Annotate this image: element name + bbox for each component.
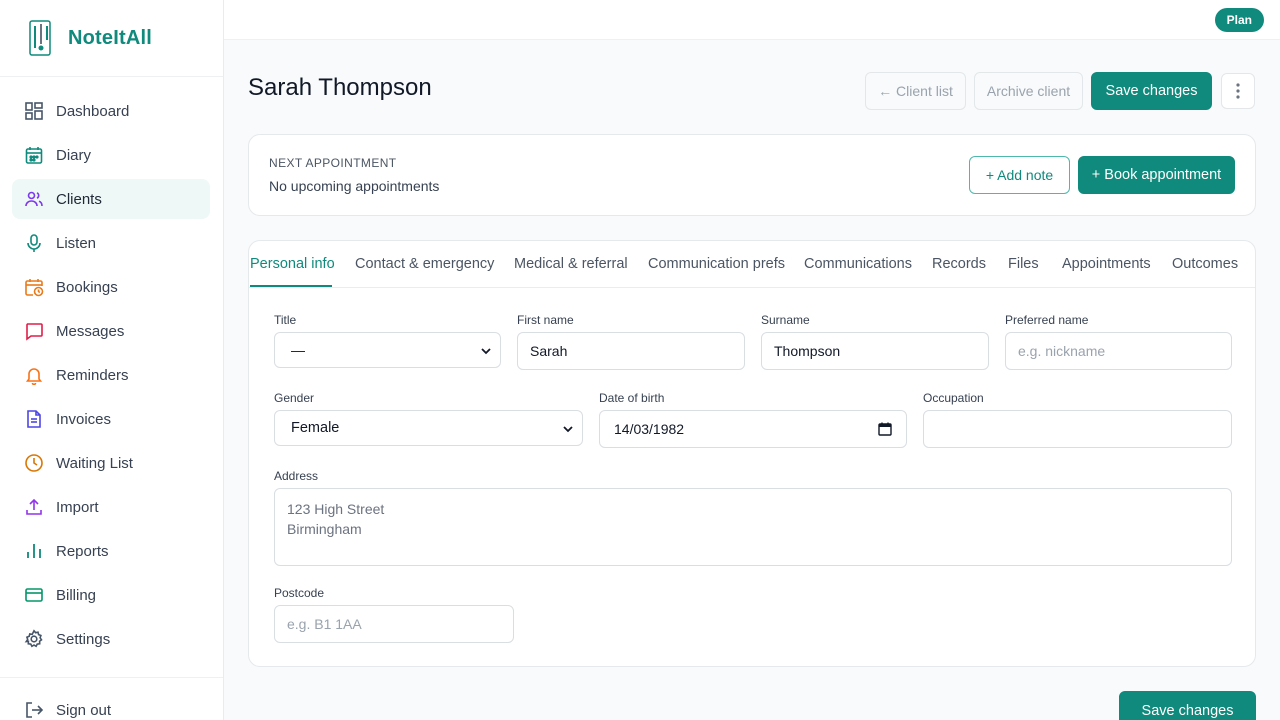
date-of-birth-value: 14/03/1982 [614,421,685,437]
next-appointment-label: NEXT APPOINTMENT [269,156,397,170]
first-name-label: First name [517,313,574,327]
sidebar-item-label: Import [56,498,99,516]
save-changes-button[interactable]: Save changes [1091,72,1212,110]
tab-files[interactable]: Files [1008,256,1039,272]
preferred-name-input[interactable]: e.g. nickname [1005,332,1232,370]
sidebar-item-label: Messages [56,322,125,340]
first-name-input[interactable]: Sarah [517,332,745,370]
sign-out-icon [24,700,44,720]
sidebar-item-label: Waiting List [56,454,133,472]
sidebar-item-invoices[interactable]: Invoices [12,399,210,439]
gender-select[interactable]: Female [274,410,583,446]
top-bar: Plan [224,0,1280,40]
preferred-name-label: Preferred name [1005,313,1089,327]
sidebar-item-reports[interactable]: Reports [12,531,210,571]
occupation-label: Occupation [923,391,984,405]
sidebar-item-label: Listen [56,234,97,252]
sidebar-item-bookings[interactable]: Bookings [12,267,210,307]
chevron-down-icon [481,348,491,355]
sidebar-item-listen[interactable]: Listen [12,223,210,263]
archive-client-button[interactable]: Archive client [974,72,1083,110]
sidebar-item-billing[interactable]: Billing [12,575,210,615]
sidebar-nav: Dashboard Diary Clients Listen Bookings … [12,91,210,663]
sidebar-item-messages[interactable]: Messages [12,311,210,351]
clock-icon [24,453,44,473]
gender-select-value: Female [291,420,340,436]
sidebar-item-label: Settings [56,630,111,648]
sidebar-item-settings[interactable]: Settings [12,619,210,659]
surname-label: Surname [761,313,810,327]
calendar-clock-icon [24,277,44,297]
sidebar: NoteItAll Dashboard Diary Clients Listen… [0,0,224,720]
sidebar-divider [0,677,223,678]
sidebar-item-label: Invoices [56,410,112,428]
tab-medical-referral[interactable]: Medical & referral [514,256,628,272]
upload-icon [24,497,44,517]
sidebar-item-reminders[interactable]: Reminders [12,355,210,395]
chevron-down-icon [563,426,573,433]
add-note-button[interactable]: + Add note [969,156,1070,194]
sidebar-item-dashboard[interactable]: Dashboard [12,91,210,131]
active-tab-indicator [250,285,332,287]
bell-icon [24,365,44,385]
title-select-value: — [291,342,305,358]
invoice-icon [24,409,44,429]
sidebar-item-label: Dashboard [56,102,130,120]
gear-icon [24,629,44,649]
microphone-icon [24,233,44,253]
next-appointment-value: No upcoming appointments [269,178,440,194]
calendar-icon [24,145,44,165]
credit-card-icon [24,585,44,605]
address-textarea[interactable]: 123 High Street Birmingham [274,488,1232,566]
tab-appointments[interactable]: Appointments [1062,256,1151,272]
app-name: NoteItAll [68,26,153,49]
date-of-birth-input[interactable]: 14/03/1982 [599,410,907,448]
next-appointment-card: NEXT APPOINTMENT No upcoming appointment… [248,134,1256,216]
tab-communications[interactable]: Communications [804,256,912,272]
users-icon [24,189,44,209]
footer-save-changes-button[interactable]: Save changes [1119,691,1256,720]
sidebar-item-label: Clients [56,190,102,208]
book-appointment-button[interactable]: + Book appointment [1078,156,1235,194]
message-icon [24,321,44,341]
sidebar-item-import[interactable]: Import [12,487,210,527]
postcode-input[interactable]: e.g. B1 1AA [274,605,514,643]
calendar-picker-icon[interactable] [878,422,892,436]
surname-input[interactable]: Thompson [761,332,989,370]
address-label: Address [274,469,319,483]
more-vertical-icon [1236,83,1240,99]
client-details-card: Personal info Contact & emergency Medica… [248,240,1256,667]
plan-badge[interactable]: Plan [1214,8,1264,32]
tab-bar: Personal info Contact & emergency Medica… [249,241,1255,288]
sidebar-item-label: Diary [56,146,92,164]
page-title: Sarah Thompson [248,74,432,101]
more-options-button[interactable] [1221,73,1255,109]
gender-label: Gender [274,391,315,405]
sidebar-item-waiting-list[interactable]: Waiting List [12,443,210,483]
sidebar-item-clients[interactable]: Clients [12,179,210,219]
tab-communication-prefs[interactable]: Communication prefs [648,256,785,272]
title-select[interactable]: — [274,332,501,368]
sidebar-item-label: Reports [56,542,109,560]
occupation-input[interactable] [923,410,1232,448]
bar-chart-icon [24,541,44,561]
tab-records[interactable]: Records [932,256,986,272]
title-label: Title [274,313,297,327]
postcode-label: Postcode [274,586,325,600]
sidebar-item-label: Bookings [56,278,118,296]
sidebar-item-label: Reminders [56,366,129,384]
sidebar-item-diary[interactable]: Diary [12,135,210,175]
date-of-birth-label: Date of birth [599,391,665,405]
tab-personal-info[interactable]: Personal info [250,256,335,272]
tab-outcomes[interactable]: Outcomes [1172,256,1238,272]
sidebar-item-label: Billing [56,586,97,604]
logo-icon [29,20,51,56]
client-list-button[interactable]: ← Client list [865,72,966,110]
dashboard-icon [24,101,44,121]
sign-out-label: Sign out [56,701,112,719]
brand[interactable]: NoteItAll [0,0,223,77]
sign-out-button[interactable]: Sign out [24,700,111,720]
tab-contact-emergency[interactable]: Contact & emergency [355,256,494,272]
